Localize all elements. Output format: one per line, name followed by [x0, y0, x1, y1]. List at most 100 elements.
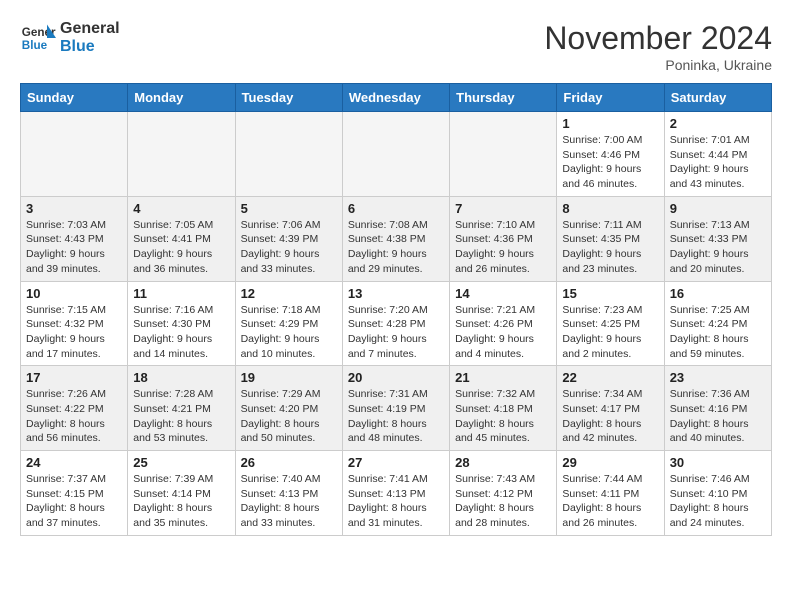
calendar-cell: 8 Sunrise: 7:11 AM Sunset: 4:35 PM Daylig…	[557, 196, 664, 281]
day-info: Sunrise: 7:08 AM Sunset: 4:38 PM Dayligh…	[348, 218, 444, 277]
calendar-cell: 23Sunrise: 7:36 AM Sunset: 4:16 PM Dayli…	[664, 366, 771, 451]
svg-text:Blue: Blue	[22, 39, 48, 52]
day-number: 20	[348, 370, 444, 385]
calendar-cell	[235, 112, 342, 197]
day-info: Sunrise: 7:31 AM Sunset: 4:19 PM Dayligh…	[348, 387, 444, 446]
calendar-cell: 18 Sunrise: 7:28 AM Sunset: 4:21 PM Dayli…	[128, 366, 235, 451]
day-info: Sunrise: 7:21 AM Sunset: 4:26 PM Dayligh…	[455, 303, 551, 362]
calendar-cell: 26 Sunrise: 7:40 AM Sunset: 4:13 PM Dayli…	[235, 451, 342, 536]
day-number: 12	[241, 286, 337, 301]
week-row-3: 10 Sunrise: 7:15 AM Sunset: 4:32 PM Dayli…	[21, 281, 772, 366]
day-number: 17	[26, 370, 122, 385]
day-info: Sunrise: 7:29 AM Sunset: 4:20 PM Dayligh…	[241, 387, 337, 446]
calendar-cell: 15 Sunrise: 7:23 AM Sunset: 4:25 PM Dayli…	[557, 281, 664, 366]
calendar-cell: 20 Sunrise: 7:31 AM Sunset: 4:19 PM Dayli…	[342, 366, 449, 451]
calendar-cell: 5 Sunrise: 7:06 AM Sunset: 4:39 PM Daylig…	[235, 196, 342, 281]
day-number: 7	[455, 201, 551, 216]
logo: General Blue General Blue	[20, 20, 120, 56]
calendar-cell: 29 Sunrise: 7:44 AM Sunset: 4:11 PM Dayli…	[557, 451, 664, 536]
calendar-cell: 21 Sunrise: 7:32 AM Sunset: 4:18 PM Dayli…	[450, 366, 557, 451]
calendar-cell: 1Sunrise: 7:00 AM Sunset: 4:46 PM Daylig…	[557, 112, 664, 197]
logo-text-general: General	[60, 20, 120, 38]
calendar-cell: 30Sunrise: 7:46 AM Sunset: 4:10 PM Dayli…	[664, 451, 771, 536]
calendar-cell: 6 Sunrise: 7:08 AM Sunset: 4:38 PM Daylig…	[342, 196, 449, 281]
day-info: Sunrise: 7:43 AM Sunset: 4:12 PM Dayligh…	[455, 472, 551, 531]
day-info: Sunrise: 7:23 AM Sunset: 4:25 PM Dayligh…	[562, 303, 658, 362]
day-info: Sunrise: 7:32 AM Sunset: 4:18 PM Dayligh…	[455, 387, 551, 446]
day-info: Sunrise: 7:11 AM Sunset: 4:35 PM Dayligh…	[562, 218, 658, 277]
calendar-cell: 25 Sunrise: 7:39 AM Sunset: 4:14 PM Dayli…	[128, 451, 235, 536]
day-number: 28	[455, 455, 551, 470]
day-number: 30	[670, 455, 766, 470]
page-header: General Blue General Blue November 2024 …	[20, 20, 772, 73]
day-info: Sunrise: 7:10 AM Sunset: 4:36 PM Dayligh…	[455, 218, 551, 277]
weekday-header-friday: Friday	[557, 84, 664, 112]
day-number: 9	[670, 201, 766, 216]
calendar-cell: 16 Sunrise: 7:25 AM Sunset: 4:24 PM Dayli…	[664, 281, 771, 366]
day-info: Sunrise: 7:13 AM Sunset: 4:33 PM Dayligh…	[670, 218, 766, 277]
day-info: Sunrise: 7:44 AM Sunset: 4:11 PM Dayligh…	[562, 472, 658, 531]
weekday-header-sunday: Sunday	[21, 84, 128, 112]
day-info: Sunrise: 7:18 AM Sunset: 4:29 PM Dayligh…	[241, 303, 337, 362]
month-title: November 2024	[544, 20, 772, 57]
calendar-cell: 2 Sunrise: 7:01 AM Sunset: 4:44 PM Daylig…	[664, 112, 771, 197]
day-info: Sunrise: 7:16 AM Sunset: 4:30 PM Dayligh…	[133, 303, 229, 362]
day-info: Sunrise: 7:28 AM Sunset: 4:21 PM Dayligh…	[133, 387, 229, 446]
calendar-cell: 14 Sunrise: 7:21 AM Sunset: 4:26 PM Dayli…	[450, 281, 557, 366]
calendar-cell: 4Sunrise: 7:05 AM Sunset: 4:41 PM Daylig…	[128, 196, 235, 281]
calendar-cell	[342, 112, 449, 197]
week-row-4: 17 Sunrise: 7:26 AM Sunset: 4:22 PM Dayli…	[21, 366, 772, 451]
day-number: 1	[562, 116, 658, 131]
day-info: Sunrise: 7:40 AM Sunset: 4:13 PM Dayligh…	[241, 472, 337, 531]
day-info: Sunrise: 7:39 AM Sunset: 4:14 PM Dayligh…	[133, 472, 229, 531]
day-number: 22	[562, 370, 658, 385]
day-number: 21	[455, 370, 551, 385]
week-row-2: 3Sunrise: 7:03 AM Sunset: 4:43 PM Daylig…	[21, 196, 772, 281]
day-number: 25	[133, 455, 229, 470]
day-info: Sunrise: 7:06 AM Sunset: 4:39 PM Dayligh…	[241, 218, 337, 277]
calendar-cell: 7 Sunrise: 7:10 AM Sunset: 4:36 PM Daylig…	[450, 196, 557, 281]
day-number: 3	[26, 201, 122, 216]
calendar-cell	[21, 112, 128, 197]
day-number: 11	[133, 286, 229, 301]
weekday-header-thursday: Thursday	[450, 84, 557, 112]
title-block: November 2024 Poninka, Ukraine	[544, 20, 772, 73]
day-number: 15	[562, 286, 658, 301]
weekday-header-saturday: Saturday	[664, 84, 771, 112]
day-number: 26	[241, 455, 337, 470]
day-number: 10	[26, 286, 122, 301]
day-info: Sunrise: 7:26 AM Sunset: 4:22 PM Dayligh…	[26, 387, 122, 446]
calendar-cell	[128, 112, 235, 197]
calendar-cell: 28 Sunrise: 7:43 AM Sunset: 4:12 PM Dayli…	[450, 451, 557, 536]
day-number: 24	[26, 455, 122, 470]
day-number: 29	[562, 455, 658, 470]
day-number: 5	[241, 201, 337, 216]
day-info: Sunrise: 7:05 AM Sunset: 4:41 PM Dayligh…	[133, 218, 229, 277]
day-info: Sunrise: 7:15 AM Sunset: 4:32 PM Dayligh…	[26, 303, 122, 362]
calendar-cell: 24 Sunrise: 7:37 AM Sunset: 4:15 PM Dayli…	[21, 451, 128, 536]
calendar-table: SundayMondayTuesdayWednesdayThursdayFrid…	[20, 83, 772, 536]
day-info: Sunrise: 7:20 AM Sunset: 4:28 PM Dayligh…	[348, 303, 444, 362]
day-info: Sunrise: 7:34 AM Sunset: 4:17 PM Dayligh…	[562, 387, 658, 446]
calendar-cell: 10 Sunrise: 7:15 AM Sunset: 4:32 PM Dayli…	[21, 281, 128, 366]
calendar-cell: 9 Sunrise: 7:13 AM Sunset: 4:33 PM Daylig…	[664, 196, 771, 281]
day-number: 14	[455, 286, 551, 301]
calendar-cell: 17 Sunrise: 7:26 AM Sunset: 4:22 PM Dayli…	[21, 366, 128, 451]
day-info: Sunrise: 7:01 AM Sunset: 4:44 PM Dayligh…	[670, 133, 766, 192]
location: Poninka, Ukraine	[544, 57, 772, 73]
day-number: 27	[348, 455, 444, 470]
week-row-1: 1Sunrise: 7:00 AM Sunset: 4:46 PM Daylig…	[21, 112, 772, 197]
weekday-header-tuesday: Tuesday	[235, 84, 342, 112]
day-number: 6	[348, 201, 444, 216]
weekday-header-wednesday: Wednesday	[342, 84, 449, 112]
day-number: 16	[670, 286, 766, 301]
day-info: Sunrise: 7:37 AM Sunset: 4:15 PM Dayligh…	[26, 472, 122, 531]
day-number: 2	[670, 116, 766, 131]
weekday-header-row: SundayMondayTuesdayWednesdayThursdayFrid…	[21, 84, 772, 112]
day-number: 8	[562, 201, 658, 216]
day-info: Sunrise: 7:25 AM Sunset: 4:24 PM Dayligh…	[670, 303, 766, 362]
calendar-cell: 13Sunrise: 7:20 AM Sunset: 4:28 PM Dayli…	[342, 281, 449, 366]
day-number: 18	[133, 370, 229, 385]
calendar-cell: 27Sunrise: 7:41 AM Sunset: 4:13 PM Dayli…	[342, 451, 449, 536]
weekday-header-monday: Monday	[128, 84, 235, 112]
